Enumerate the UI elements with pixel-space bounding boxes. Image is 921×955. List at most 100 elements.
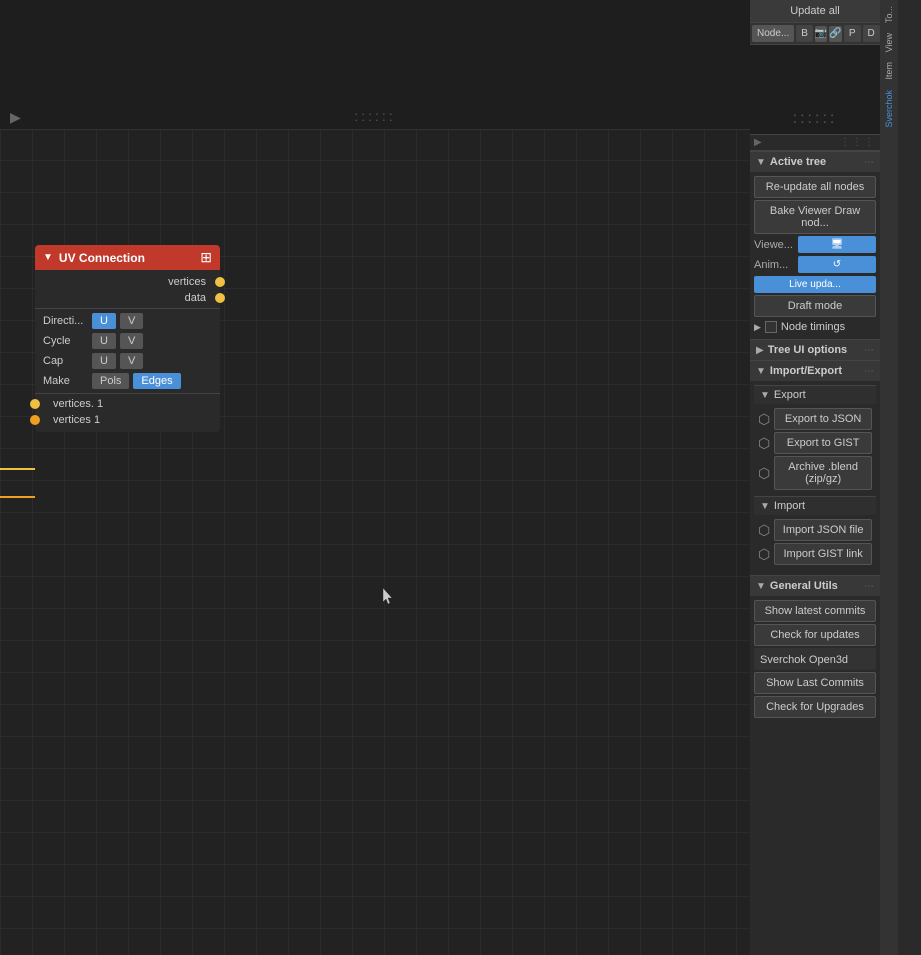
archive-row: ⬡ Archive .blend (zip/gz) [758, 456, 872, 490]
wire-left-2 [0, 496, 35, 498]
anim-label: Anim... [754, 259, 794, 271]
import-export-title: Import/Export [770, 365, 864, 377]
cap-v-button[interactable]: V [120, 353, 143, 369]
active-tree-dots: ⋯ [864, 157, 874, 168]
play-icon: ▶ [10, 109, 21, 126]
output2-row: vertices 1 [35, 412, 220, 428]
vertices-socket-dot [215, 277, 225, 287]
check-for-upgrades-button[interactable]: Check for Upgrades [754, 696, 876, 718]
check-for-updates-button[interactable]: Check for updates [754, 624, 876, 646]
cap-label: Cap [43, 355, 88, 367]
tab-d[interactable]: D [863, 25, 880, 42]
data-socket-row: data [35, 290, 220, 306]
import-export-arrow: ▼ [756, 366, 766, 377]
import-arrow: ▼ [760, 501, 770, 512]
node-timings-arrow[interactable]: ▶ [754, 322, 761, 333]
cycle-u-button[interactable]: U [92, 333, 116, 349]
update-all-button[interactable]: Update all [750, 0, 880, 23]
anim-row: Anim... ↺ [754, 256, 876, 273]
side-tab-view[interactable]: View [883, 29, 895, 56]
tab-p[interactable]: P [844, 25, 861, 42]
make-row: Make Pols Edges [35, 371, 220, 391]
node-header: ▼ UV Connection ⊞ [35, 245, 220, 270]
export-gist-button[interactable]: Export to GIST [774, 432, 872, 454]
panel-main: Update all Node... B 📷 🔗 P D :::::: ▶ ⋮⋮… [750, 0, 880, 955]
import-gist-button[interactable]: Import GIST link [774, 543, 872, 565]
import-gist-icon: ⬡ [758, 546, 770, 563]
icon-strip: To... View Item Sverchok [880, 0, 898, 955]
live-update-button[interactable]: Live upda... [754, 276, 876, 293]
general-utils-dots: ⋯ [864, 581, 874, 592]
data-socket-dot [215, 293, 225, 303]
viewer-value-button[interactable]: 🖥 [798, 236, 876, 253]
re-update-all-nodes-button[interactable]: Re-update all nodes [754, 176, 876, 198]
archive-icon: ⬡ [758, 465, 770, 482]
import-content: ⬡ Import JSON file ⬡ Import GIST link [754, 515, 876, 571]
make-label: Make [43, 375, 88, 387]
general-utils-content: Show latest commits Check for updates Sv… [750, 596, 880, 724]
side-tab-tool[interactable]: To... [883, 2, 895, 27]
anim-value-button[interactable]: ↺ [798, 256, 876, 273]
export-sub-header[interactable]: ▼ Export [754, 385, 876, 404]
mouse-cursor [383, 588, 395, 606]
output1-label: vertices. 1 [53, 398, 103, 410]
tab-b[interactable]: B [796, 25, 813, 42]
import-sub-header[interactable]: ▼ Import [754, 496, 876, 515]
tree-ui-options-section-header[interactable]: ▶ Tree UI options ⋯ [750, 339, 880, 360]
node-timings-label: Node timings [781, 321, 845, 333]
node-body: vertices data Directi... U V Cycle U V [35, 270, 220, 432]
play-btn[interactable]: ▶ [754, 137, 762, 148]
tree-ui-arrow: ▶ [756, 345, 764, 356]
tree-ui-dots: ⋯ [864, 345, 874, 356]
show-last-commits-button[interactable]: Show Last Commits [754, 672, 876, 694]
output1-row: vertices. 1 [35, 396, 220, 412]
preview-dots: :::::: [354, 108, 395, 124]
cap-u-button[interactable]: U [92, 353, 116, 369]
import-json-icon: ⬡ [758, 522, 770, 539]
output1-dot [30, 399, 40, 409]
tab-node[interactable]: Node... [752, 25, 794, 42]
show-latest-commits-button[interactable]: Show latest commits [754, 600, 876, 622]
viewer-label: Viewe... [754, 239, 794, 251]
export-json-button[interactable]: Export to JSON [774, 408, 872, 430]
side-tab-item[interactable]: Item [883, 58, 895, 84]
direction-v-button[interactable]: V [120, 313, 143, 329]
output2-label: vertices 1 [53, 414, 100, 426]
side-tab-sverchok[interactable]: Sverchok [883, 86, 895, 132]
edges-button[interactable]: Edges [133, 373, 180, 389]
node-timings-checkbox[interactable] [765, 321, 777, 333]
bake-viewer-button[interactable]: Bake Viewer Draw nod... [754, 200, 876, 234]
preview-handle: :::::: [793, 110, 838, 128]
tab-camera-icon[interactable]: 📷 [815, 26, 827, 42]
cycle-v-button[interactable]: V [120, 333, 143, 349]
resize-handle: ⋮⋮⋮ [840, 137, 876, 148]
draft-mode-button[interactable]: Draft mode [754, 295, 876, 317]
pols-button[interactable]: Pols [92, 373, 129, 389]
export-gist-icon: ⬡ [758, 435, 770, 452]
output2-dot [30, 415, 40, 425]
general-utils-section-header[interactable]: ▼ General Utils ⋯ [750, 575, 880, 596]
import-gist-row: ⬡ Import GIST link [758, 543, 872, 565]
node-pin-icon[interactable]: ⊞ [200, 249, 212, 266]
direction-label: Directi... [43, 315, 88, 327]
export-arrow: ▼ [760, 390, 770, 401]
export-label: Export [774, 389, 806, 401]
general-utils-title: General Utils [770, 580, 864, 592]
viewer-row: Viewe... 🖥 [754, 236, 876, 253]
active-tree-section-header[interactable]: ▼ Active tree ⋯ [750, 151, 880, 172]
node-collapse-icon[interactable]: ▼ [43, 252, 53, 263]
tab-link-icon[interactable]: 🔗 [829, 26, 841, 42]
direction-u-button[interactable]: U [92, 313, 116, 329]
active-tree-title: Active tree [770, 156, 864, 168]
import-export-section-header[interactable]: ▼ Import/Export ⋯ [750, 360, 880, 381]
canvas-preview: ▶ :::::: [0, 0, 750, 130]
cap-row: Cap U V [35, 351, 220, 371]
cycle-label: Cycle [43, 335, 88, 347]
preview-box: :::::: [750, 45, 880, 135]
vertices-label: vertices [168, 276, 206, 288]
import-json-button[interactable]: Import JSON file [774, 519, 872, 541]
archive-button[interactable]: Archive .blend (zip/gz) [774, 456, 872, 490]
export-json-icon: ⬡ [758, 411, 770, 428]
node-timings-row: ▶ Node timings [754, 319, 876, 335]
vertices-socket-row: vertices [35, 274, 220, 290]
